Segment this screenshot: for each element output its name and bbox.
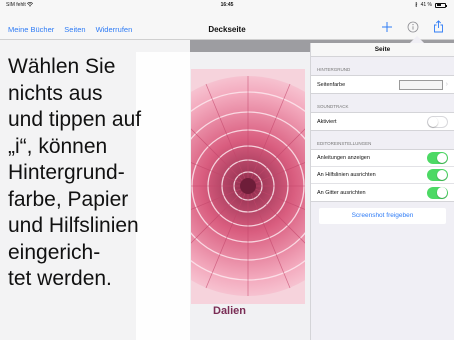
clock: 16:45	[220, 2, 234, 8]
plus-icon[interactable]	[381, 21, 393, 33]
toggle-knob	[428, 116, 439, 127]
battery-icon	[435, 2, 447, 8]
nav-link-1[interactable]: Seiten	[64, 25, 85, 34]
settings-row-label: An Gitter ausrichten	[317, 189, 366, 196]
instruction-line: und tippen auf	[8, 108, 142, 131]
settings-group: Seitenfarbe ›	[311, 75, 454, 94]
instruction-overlay: Wählen Sie nichts aus und tippen auf „i“, k…	[0, 40, 190, 340]
settings-popover: Seite Hintergrund Seitenfarbe › Soundtrack A…	[310, 43, 454, 340]
settings-row[interactable]: Aktiviert	[311, 113, 454, 130]
status-right: ∦ 41 %	[415, 2, 447, 8]
toggle-knob	[436, 152, 448, 164]
popover-body: Hintergrund Seitenfarbe › Soundtrack Aktivie…	[311, 67, 454, 202]
chevron-right-icon: ›	[445, 81, 448, 88]
nav-left-group: Meine Bücher Seiten Widerrufen	[8, 25, 132, 34]
instruction-line: „i“, können	[8, 134, 108, 158]
nav-bar: Meine Bücher Seiten Widerrufen Deckseite	[0, 10, 454, 40]
settings-group: Anleitungen anzeigen An Hilfslinien ausri…	[311, 149, 454, 202]
instruction-line: Hintergrund-	[8, 161, 125, 184]
instruction-line: und Hilfslinien	[8, 214, 139, 237]
settings-row-label: Seitenfarbe	[317, 81, 346, 88]
settings-row-label: An Hilfslinien ausrichten	[317, 172, 376, 178]
share-screenshot-button[interactable]: Screenshot freigeben	[319, 208, 446, 224]
instruction-line: eingerich-	[8, 240, 101, 264]
instruction-line: farbe, Papier	[8, 187, 129, 211]
toggle-switch[interactable]	[427, 169, 448, 181]
section-header: Hintergrund	[317, 67, 351, 72]
settings-group: Aktiviert	[311, 112, 454, 131]
bluetooth-icon: ∦	[415, 2, 418, 8]
toggle-switch[interactable]	[427, 115, 448, 128]
nav-icons	[381, 20, 444, 33]
toggle-knob	[436, 187, 448, 198]
nav-link-2[interactable]: Widerrufen	[96, 25, 133, 34]
battery-percent: 41 %	[420, 2, 432, 8]
popover-title: Seite	[311, 43, 454, 57]
status-bar: SIM fehlt 16:45 ∦ 41 %	[0, 0, 454, 10]
instruction-line: Wählen Sie	[8, 55, 116, 78]
instruction-line: nichts aus	[8, 81, 103, 105]
instruction-line: tet werden.	[8, 267, 112, 290]
toggle-knob	[436, 169, 448, 181]
info-icon[interactable]	[407, 21, 419, 33]
share-icon[interactable]	[433, 20, 444, 33]
settings-row[interactable]: An Hilfslinien ausrichten	[311, 167, 454, 184]
settings-row[interactable]: An Gitter ausrichten	[311, 184, 454, 201]
settings-row[interactable]: Anleitungen anzeigen	[311, 150, 454, 167]
settings-row-label: Anleitungen anzeigen	[317, 155, 370, 161]
page-color-picker[interactable]: ›	[398, 79, 448, 90]
toggle-switch[interactable]	[427, 186, 448, 199]
settings-row[interactable]: Seitenfarbe ›	[311, 76, 454, 93]
settings-row-label: Aktiviert	[317, 118, 337, 125]
cover-caption[interactable]: Dalien	[213, 305, 246, 317]
section-header: Editoreinstellungen	[317, 141, 372, 146]
color-swatch[interactable]	[398, 79, 443, 90]
instruction-text: Wählen Sie nichts aus und tippen auf „i“, k…	[8, 54, 192, 293]
section-header: Soundtrack	[317, 104, 349, 109]
nav-link-0[interactable]: Meine Bücher	[8, 25, 54, 34]
toggle-switch[interactable]	[427, 152, 448, 164]
dahlia-image[interactable]	[191, 69, 305, 304]
